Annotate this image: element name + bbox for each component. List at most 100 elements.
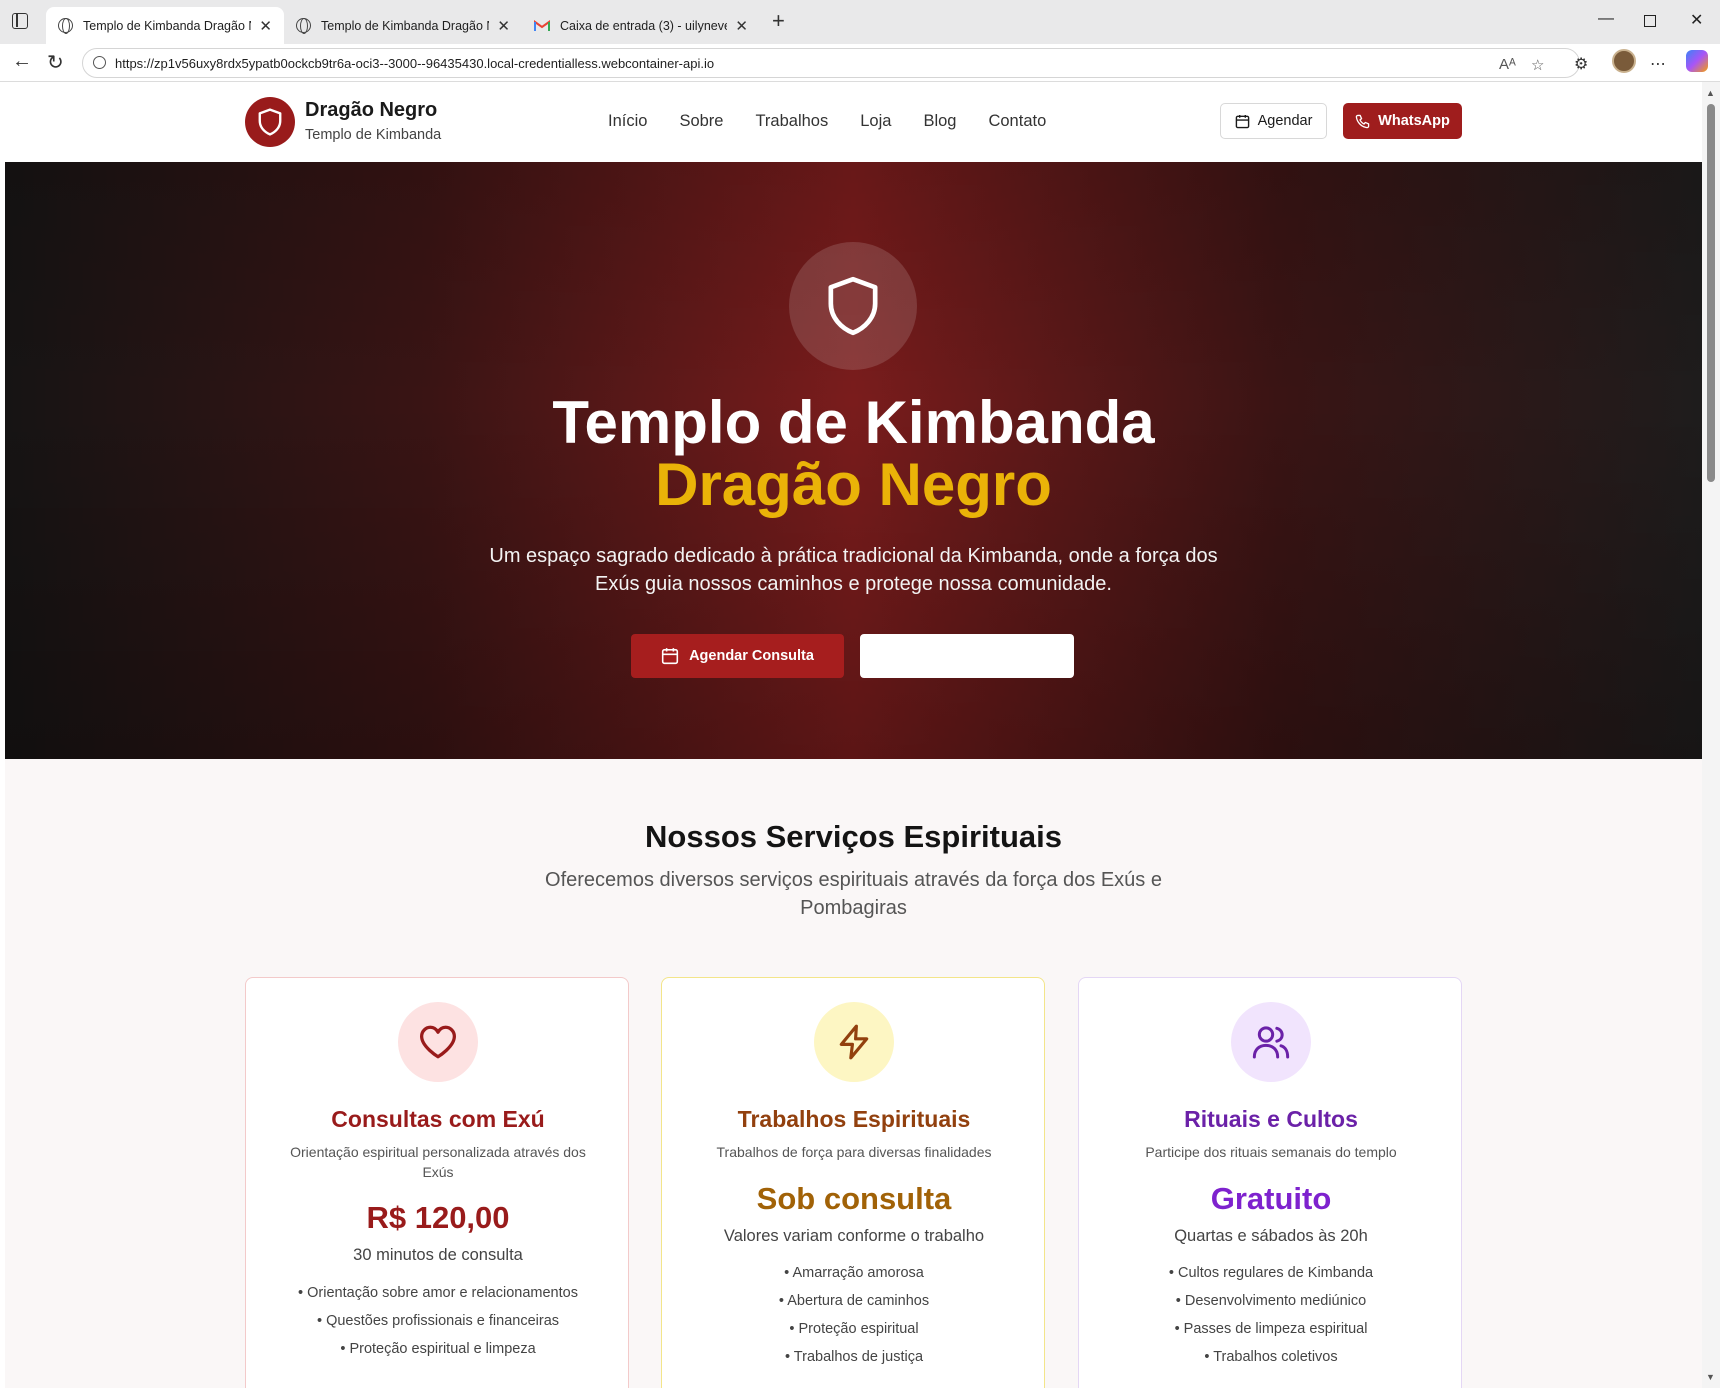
- logo[interactable]: [245, 97, 295, 147]
- service-price: R$ 120,00: [366, 1200, 510, 1235]
- service-title: Trabalhos Espirituais: [737, 1106, 971, 1132]
- menu-item-inicio[interactable]: Início: [608, 112, 647, 131]
- services-subtitle: Oferecemos diversos serviços espirituais…: [545, 869, 1162, 919]
- list-item: Abertura de caminhos: [662, 1287, 1046, 1315]
- agendar-consulta-label: Agendar Consulta: [689, 648, 814, 664]
- services-section: Nossos Serviços Espirituais Oferecemos d…: [5, 759, 1702, 1388]
- whatsapp-label: WhatsApp: [1378, 113, 1450, 129]
- service-feature-list: Orientação sobre amor e relacionamentos …: [246, 1279, 630, 1363]
- list-item: Orientação sobre amor e relacionamentos: [246, 1279, 630, 1307]
- calendar-icon: [661, 648, 679, 665]
- gmail-icon: [534, 19, 550, 31]
- menu-item-blog[interactable]: Blog: [923, 112, 956, 131]
- globe-icon: [296, 18, 311, 34]
- profile-avatar[interactable]: [1612, 49, 1636, 73]
- hero-shield-badge: [789, 242, 917, 370]
- service-card-trabalhos: Trabalhos Espirituais Trabalhos de força…: [661, 977, 1045, 1388]
- url-field[interactable]: https://zp1v56uxy8rdx5ypatb0ockcb9tr6a-o…: [82, 48, 1580, 78]
- back-icon[interactable]: ←: [12, 50, 32, 73]
- menu-item-trabalhos[interactable]: Trabalhos: [755, 112, 828, 131]
- whatsapp-button[interactable]: WhatsApp: [1343, 103, 1462, 139]
- list-item: Passes de limpeza espiritual: [1079, 1315, 1463, 1343]
- phone-icon: [1355, 114, 1370, 128]
- scroll-thumb[interactable]: [1707, 104, 1715, 482]
- url-text: https://zp1v56uxy8rdx5ypatb0ockcb9tr6a-o…: [115, 56, 715, 71]
- service-icon-badge: [1231, 1002, 1311, 1082]
- list-item: Desenvolvimento mediúnico: [1079, 1287, 1463, 1315]
- more-menu-icon[interactable]: ⋯: [1650, 54, 1666, 74]
- list-item: Trabalhos coletivos: [1079, 1343, 1463, 1371]
- heart-icon: [420, 1025, 456, 1059]
- shield-icon: [828, 276, 878, 336]
- tab-title: Templo de Kimbanda Dragão Neg: [321, 18, 489, 33]
- maximize-icon[interactable]: [1644, 15, 1656, 27]
- service-title: Rituais e Cultos: [1184, 1106, 1358, 1132]
- hero-section: Templo de Kimbanda Dragão Negro Um espaç…: [5, 162, 1702, 759]
- browser-tab-3[interactable]: Caixa de entrada (3) - uilyneves@ ✕: [522, 7, 760, 44]
- hero-description: Um espaço sagrado dedicado à prática tra…: [489, 545, 1218, 595]
- service-card-rituais: Rituais e Cultos Participe dos rituais s…: [1078, 977, 1462, 1388]
- menu-item-loja[interactable]: Loja: [860, 112, 891, 131]
- service-feature-list: Amarração amorosa Abertura de caminhos P…: [662, 1259, 1046, 1371]
- close-icon[interactable]: ✕: [259, 17, 272, 35]
- close-icon[interactable]: ✕: [735, 17, 748, 35]
- scroll-up-icon[interactable]: ▲: [1706, 88, 1715, 98]
- service-price: Gratuito: [1210, 1181, 1332, 1216]
- tab-title: Caixa de entrada (3) - uilyneves@: [560, 18, 727, 33]
- shield-icon: [258, 108, 282, 136]
- service-note: 30 minutos de consulta: [353, 1246, 523, 1264]
- service-description: Orientação espiritual personalizada atra…: [290, 1144, 586, 1180]
- service-description: Trabalhos de força para diversas finalid…: [716, 1144, 992, 1160]
- menu-item-sobre[interactable]: Sobre: [679, 112, 723, 131]
- read-aloud-icon[interactable]: Aᴬ: [1499, 56, 1516, 73]
- list-item: Proteção espiritual e limpeza: [246, 1335, 630, 1363]
- reload-icon[interactable]: ↻: [47, 50, 64, 75]
- browser-tab-2[interactable]: Templo de Kimbanda Dragão Neg ✕: [284, 7, 522, 44]
- list-item: Cultos regulares de Kimbanda: [1079, 1259, 1463, 1287]
- tab-title: Templo de Kimbanda Dragão Neg: [83, 18, 251, 33]
- brand-name[interactable]: Dragão Negro: [305, 99, 437, 122]
- favorite-star-icon[interactable]: ☆: [1531, 56, 1544, 74]
- browser-tab-1[interactable]: Templo de Kimbanda Dragão Neg ✕: [46, 7, 284, 44]
- services-title: Nossos Serviços Espirituais: [645, 819, 1062, 854]
- agendar-label: Agendar: [1257, 113, 1313, 129]
- agendar-button[interactable]: Agendar: [1220, 103, 1327, 139]
- new-tab-button[interactable]: +: [772, 10, 785, 32]
- lightning-icon: [839, 1024, 869, 1060]
- brand-subtitle: Templo de Kimbanda: [305, 127, 442, 143]
- hero-title-highlight: Dragão Negro: [655, 451, 1052, 518]
- address-bar-row: ← ↻ https://zp1v56uxy8rdx5ypatb0ockcb9tr…: [0, 44, 1720, 82]
- agendar-consulta-button[interactable]: Agendar Consulta: [631, 634, 844, 678]
- service-description: Participe dos rituais semanais do templo: [1145, 1144, 1397, 1160]
- service-card-consultas: Consultas com Exú Orientação espiritual …: [245, 977, 629, 1388]
- service-feature-list: Cultos regulares de Kimbanda Desenvolvim…: [1079, 1259, 1463, 1371]
- secondary-hero-button[interactable]: [860, 634, 1074, 678]
- page-viewport: Dragão Negro Templo de Kimbanda Início S…: [5, 82, 1702, 1388]
- service-icon-badge: [398, 1002, 478, 1082]
- main-menu: Início Sobre Trabalhos Loja Blog Contato: [608, 112, 1078, 131]
- list-item: Proteção espiritual: [662, 1315, 1046, 1343]
- hero-title: Templo de Kimbanda: [552, 389, 1155, 456]
- globe-icon: [58, 18, 73, 34]
- tab-actions-icon[interactable]: [12, 13, 28, 29]
- site-info-icon[interactable]: [93, 56, 106, 69]
- copilot-icon[interactable]: [1686, 50, 1708, 72]
- close-icon[interactable]: ✕: [497, 17, 510, 35]
- site-header: Dragão Negro Templo de Kimbanda Início S…: [5, 82, 1702, 162]
- list-item: Trabalhos de justiça: [662, 1343, 1046, 1371]
- extensions-icon[interactable]: ⚙: [1574, 54, 1588, 74]
- scroll-down-icon[interactable]: ▼: [1706, 1372, 1715, 1382]
- page-scrollbar[interactable]: ▲ ▼: [1702, 82, 1720, 1388]
- list-item: Amarração amorosa: [662, 1259, 1046, 1287]
- users-icon: [1252, 1026, 1290, 1059]
- list-item: Questões profissionais e financeiras: [246, 1307, 630, 1335]
- service-price: Sob consulta: [756, 1181, 952, 1216]
- browser-tab-bar: Templo de Kimbanda Dragão Neg ✕ Templo d…: [0, 0, 1720, 44]
- service-note: Valores variam conforme o trabalho: [723, 1227, 985, 1245]
- window-close-icon[interactable]: ✕: [1690, 10, 1703, 30]
- minimize-icon[interactable]: —: [1598, 10, 1614, 28]
- service-title: Consultas com Exú: [331, 1106, 545, 1132]
- menu-item-contato[interactable]: Contato: [988, 112, 1046, 131]
- service-icon-badge: [814, 1002, 894, 1082]
- calendar-icon: [1235, 114, 1249, 128]
